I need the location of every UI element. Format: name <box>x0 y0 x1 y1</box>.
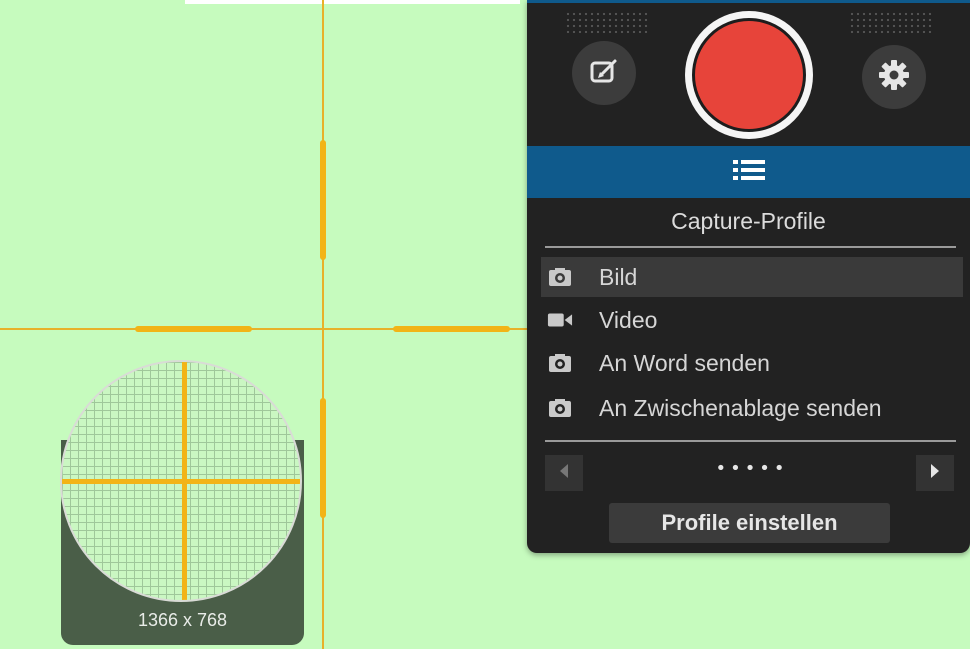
edit-icon <box>587 54 621 92</box>
profile-item-bild[interactable]: Bild <box>541 257 963 297</box>
profile-item-video[interactable]: Video <box>541 300 963 340</box>
divider <box>545 440 956 442</box>
profiles-toggle-bar[interactable] <box>527 146 970 198</box>
capture-dimensions: 1366 x 768 <box>137 610 228 630</box>
profile-item-label: An Word senden <box>599 349 770 376</box>
camera-icon <box>547 353 573 373</box>
magnifier-lens <box>60 360 302 602</box>
crosshair-vertical-line <box>322 0 324 649</box>
settings-button[interactable] <box>862 45 926 109</box>
video-camera-icon <box>547 311 573 329</box>
record-button[interactable] <box>685 11 813 139</box>
profile-settings-button[interactable]: Profile einstellen <box>609 503 890 543</box>
crosshair-bottom-marker <box>320 398 326 518</box>
page-indicator: ••••• <box>715 458 789 479</box>
profile-item-clipboard[interactable]: An Zwischenablage senden <box>541 388 963 428</box>
profile-item-label: Bild <box>599 263 638 290</box>
profile-item-label: An Zwischenablage senden <box>599 394 882 421</box>
magnifier-crosshair-vertical <box>182 362 187 600</box>
record-icon <box>692 18 806 132</box>
drag-grip-left[interactable] <box>565 11 649 33</box>
next-page-button[interactable] <box>916 455 954 491</box>
capture-panel: Capture-Profile Bild Video An Word sende… <box>527 0 970 553</box>
chevron-right-icon <box>929 463 941 483</box>
profile-item-label: Video <box>599 306 658 333</box>
top-edge-strip <box>185 0 520 4</box>
camera-icon <box>547 398 573 418</box>
editor-button[interactable] <box>572 41 636 105</box>
previous-page-button[interactable] <box>545 455 583 491</box>
divider <box>545 246 956 248</box>
chevron-left-icon <box>558 463 570 483</box>
crosshair-left-marker <box>135 326 252 332</box>
list-icon <box>732 158 766 186</box>
gear-icon <box>877 58 911 96</box>
magnifier-crosshair-horizontal <box>62 479 300 484</box>
crosshair-right-marker <box>393 326 510 332</box>
panel-title: Capture-Profile <box>671 208 826 234</box>
drag-grip-right[interactable] <box>849 11 933 33</box>
crosshair-top-marker <box>320 140 326 260</box>
profile-item-word[interactable]: An Word senden <box>541 343 963 383</box>
camera-icon <box>547 267 573 287</box>
